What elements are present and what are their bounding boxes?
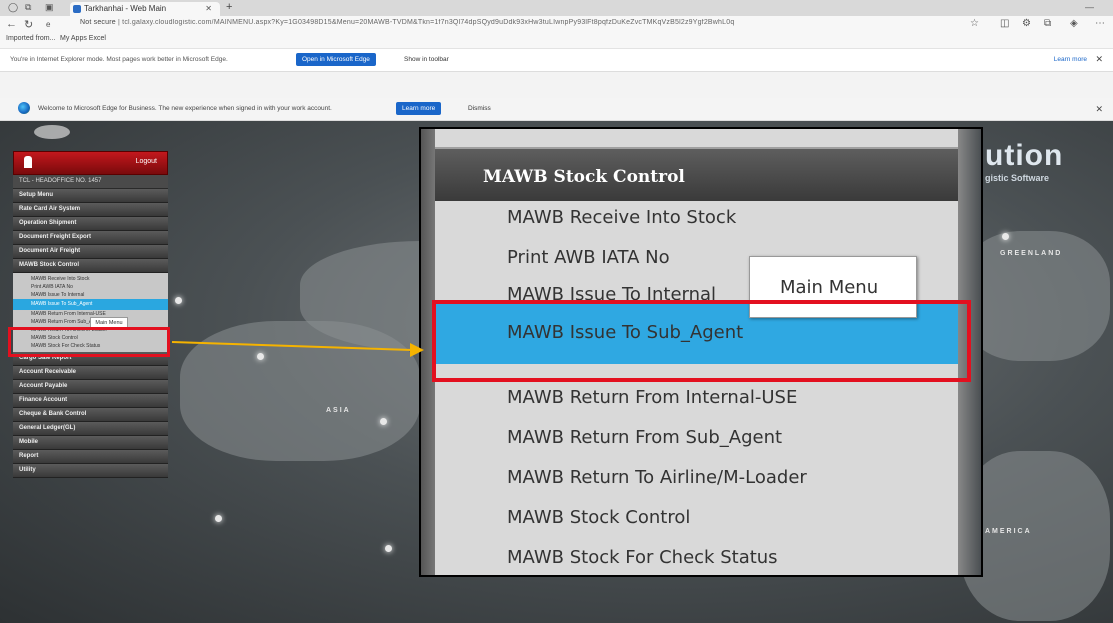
- menu-item[interactable]: Account Receivable: [13, 366, 168, 380]
- submenu-item[interactable]: MAWB Issue To Internal: [13, 291, 168, 299]
- ie-mode-icon[interactable]: e: [46, 20, 50, 29]
- menu-item[interactable]: Utility: [13, 464, 168, 478]
- show-in-toolbar-button[interactable]: Show in toolbar: [398, 53, 455, 66]
- split-screen-icon[interactable]: ◫: [1000, 18, 1009, 29]
- brand-logo: ution: [985, 139, 1064, 172]
- map-node: [175, 297, 182, 304]
- dismiss-button[interactable]: Dismiss: [462, 102, 497, 115]
- submenu-item[interactable]: Print AWB IATA No: [13, 283, 168, 291]
- tab-bar: ◯ ⧉ ▣ Tarkhanhai - Web Main ✕ + —: [0, 0, 1113, 16]
- ie-mode-message: You're in Internet Explorer mode. Most p…: [10, 56, 228, 63]
- favorite-item[interactable]: My Apps Excel: [60, 35, 106, 42]
- main-menu-tooltip-label: Main Menu: [780, 277, 879, 298]
- menu-item[interactable]: Finance Account: [13, 394, 168, 408]
- submenu-item[interactable]: MAWB Receive Into Stock: [13, 275, 168, 283]
- map-node: [1002, 233, 1009, 240]
- site-favicon-icon: [73, 5, 81, 13]
- menu-item[interactable]: Rate Card Air System: [13, 203, 168, 217]
- ie-mode-infobar: You're in Internet Explorer mode. Most p…: [0, 49, 1113, 72]
- map-label-greenland: GREENLAND: [1000, 250, 1063, 257]
- map-label-asia: ASIA: [326, 407, 351, 414]
- url-text: tcl.galaxy.cloudlogistic.com/MAINMENU.as…: [122, 19, 735, 26]
- zoom-item[interactable]: MAWB Stock For Check Status: [507, 547, 778, 568]
- submenu-item-issue-to-sub-agent[interactable]: MAWB Issue To Sub_Agent: [13, 299, 168, 310]
- new-tab-button[interactable]: +: [226, 1, 232, 13]
- favorites-bar: Imported from... My Apps Excel: [0, 34, 1113, 49]
- page-top-element: [34, 125, 70, 139]
- edge-learn-more-button[interactable]: Learn more: [396, 102, 442, 115]
- menu-item[interactable]: Mobile: [13, 436, 168, 450]
- workspaces-icon[interactable]: ⧉: [25, 2, 31, 13]
- menu-item-mawb-stock-control[interactable]: MAWB Stock Control: [13, 259, 168, 273]
- favorite-item[interactable]: Imported from...: [6, 35, 55, 42]
- brand-subtitle: gistic Software: [985, 173, 1050, 183]
- zoom-item[interactable]: MAWB Return From Internal-USE: [507, 387, 797, 408]
- close-tab-icon[interactable]: ✕: [205, 2, 212, 16]
- menu-item[interactable]: Setup Menu: [13, 189, 168, 203]
- favorites-icon[interactable]: ☆: [970, 18, 979, 29]
- address-input[interactable]: Not secure | tcl.galaxy.cloudlogistic.co…: [80, 19, 900, 31]
- address-bar-row: ← ↻ e Not secure | tcl.galaxy.cloudlogis…: [0, 16, 1113, 34]
- close-icon[interactable]: ✕: [1095, 104, 1103, 115]
- learn-more-link[interactable]: Learn more: [1054, 56, 1087, 63]
- browser-tab[interactable]: Tarkhanhai - Web Main ✕: [70, 2, 220, 16]
- left-menu: Logout TCL - HEADOFFICE NO. 1457 Setup M…: [13, 151, 168, 478]
- edge-logo-icon: [18, 102, 30, 114]
- zoom-item[interactable]: Print AWB IATA No: [507, 247, 670, 268]
- logout-button[interactable]: Logout: [136, 158, 157, 165]
- extensions-icon[interactable]: ⚙: [1022, 18, 1031, 29]
- map-node: [257, 353, 264, 360]
- menu-item[interactable]: General Ledger(GL): [13, 422, 168, 436]
- profile-icon[interactable]: ◯: [8, 2, 18, 13]
- map-label-america: AMERICA: [985, 528, 1032, 535]
- company-label: TCL - HEADOFFICE NO. 1457: [13, 175, 168, 189]
- annotation-highlight-small: [8, 327, 170, 357]
- annotation-highlight-large: [432, 300, 971, 382]
- refresh-icon[interactable]: ↻: [24, 18, 33, 31]
- zoom-item[interactable]: MAWB Return To Airline/M-Loader: [507, 467, 807, 488]
- menu-item[interactable]: Report: [13, 450, 168, 464]
- map-node: [215, 515, 222, 522]
- menu-item[interactable]: Account Payable: [13, 380, 168, 394]
- edge-business-message: Welcome to Microsoft Edge for Business. …: [38, 105, 332, 112]
- menu-item[interactable]: Cheque & Bank Control: [13, 408, 168, 422]
- zoom-item[interactable]: MAWB Return From Sub_Agent: [507, 427, 782, 448]
- back-icon[interactable]: ←: [6, 18, 17, 30]
- map-node: [380, 418, 387, 425]
- edge-business-infobar: Welcome to Microsoft Edge for Business. …: [0, 98, 1113, 121]
- map-node: [385, 545, 392, 552]
- zoom-menu-title: MAWB Stock Control: [483, 167, 685, 187]
- minimize-icon[interactable]: —: [1085, 2, 1094, 12]
- tab-title: Tarkhanhai - Web Main: [84, 4, 167, 13]
- zoom-menu-header: MAWB Stock Control: [435, 147, 960, 201]
- not-secure-label: Not secure: [80, 19, 116, 26]
- more-icon[interactable]: ⋯: [1095, 18, 1105, 29]
- open-in-edge-button[interactable]: Open in Microsoft Edge: [296, 53, 376, 66]
- tab-actions-icon[interactable]: ▣: [45, 2, 54, 13]
- menu-item[interactable]: Operation Shipment: [13, 217, 168, 231]
- copilot-icon[interactable]: ◈: [1070, 18, 1078, 29]
- zoom-item[interactable]: MAWB Stock Control: [507, 507, 690, 528]
- menu-header: Logout: [13, 151, 168, 175]
- collections-icon[interactable]: ⧉: [1044, 18, 1051, 29]
- menu-item[interactable]: Document Air Freight: [13, 245, 168, 259]
- zoom-item[interactable]: MAWB Receive Into Stock: [507, 207, 736, 228]
- user-icon: [24, 156, 32, 168]
- menu-item[interactable]: Document Freight Export: [13, 231, 168, 245]
- close-icon[interactable]: ✕: [1095, 54, 1103, 65]
